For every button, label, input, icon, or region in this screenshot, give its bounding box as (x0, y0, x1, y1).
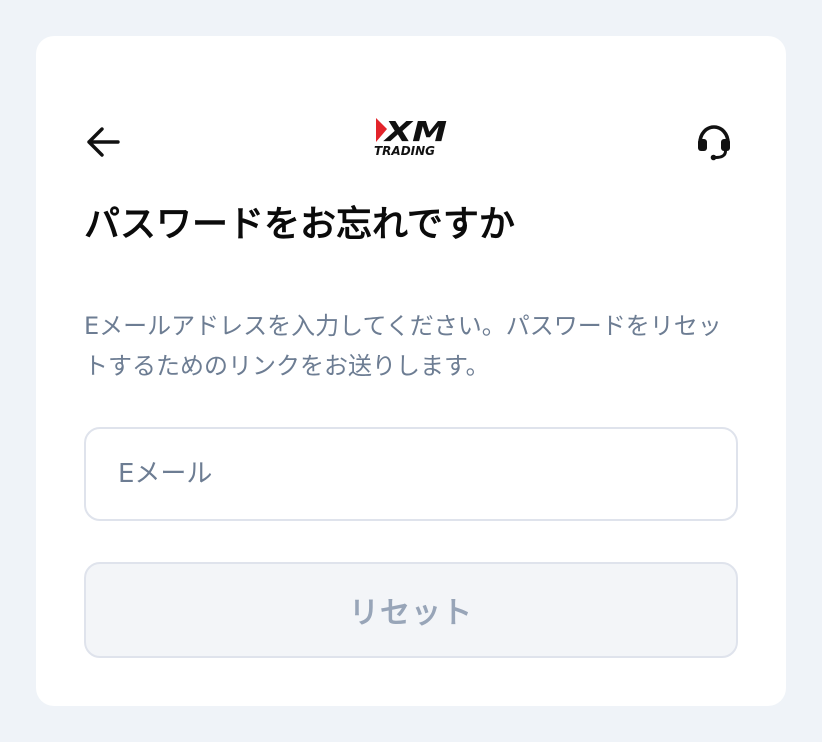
arrow-left-icon (87, 127, 120, 157)
email-input[interactable] (84, 427, 738, 521)
forgot-password-card: XM TRADING パスワードをお忘れですか Eメールアドレスを入力してくださ… (36, 36, 786, 706)
instruction-text: Eメールアドレスを入力してください。パスワードをリセットするためのリンクをお送り… (84, 312, 722, 380)
headset-icon (698, 125, 730, 161)
logo-mark-text: XM (382, 115, 447, 146)
page-title: パスワードをお忘れですか (84, 204, 515, 245)
xm-trading-logo: XM TRADING (373, 114, 449, 164)
reset-button[interactable]: リセット (84, 562, 738, 658)
card-header: XM TRADING (84, 112, 738, 172)
support-button[interactable] (692, 120, 736, 164)
logo-mark: XM (376, 115, 447, 146)
logo-subtitle: TRADING (374, 144, 436, 158)
back-button[interactable] (84, 124, 124, 160)
